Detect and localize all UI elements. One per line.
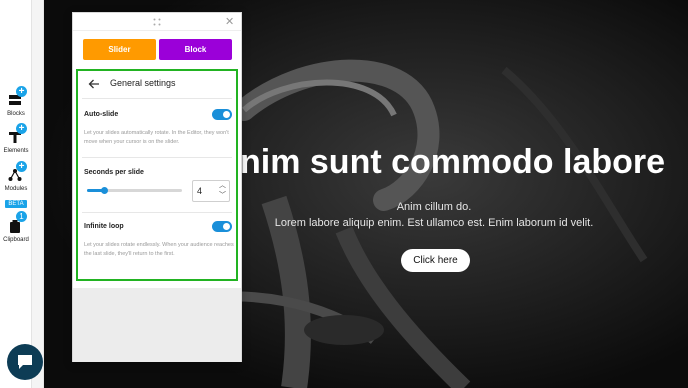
toggle-knob — [223, 223, 230, 230]
beta-badge: BETA — [5, 200, 27, 208]
hero-subtitle: Anim cillum do. — [396, 201, 472, 213]
clipboard-count-badge: 1 — [16, 211, 27, 222]
sidebar-item-elements[interactable]: + Elements — [0, 123, 32, 154]
modules-icon: + — [0, 161, 32, 185]
chevron-down-icon[interactable]: ﹀ — [219, 192, 226, 200]
drag-handle-icon[interactable] — [153, 18, 161, 26]
tab-block[interactable]: Block — [159, 39, 232, 60]
chat-launcher-button[interactable] — [7, 344, 43, 380]
divider — [82, 157, 232, 158]
canvas-gutter — [32, 0, 44, 388]
seconds-stepper[interactable]: 4 ︿ ﹀ — [192, 180, 230, 202]
blocks-icon: + — [0, 86, 32, 110]
seconds-slider-track[interactable] — [87, 187, 182, 194]
seconds-per-slide-label: Seconds per slide — [84, 169, 144, 176]
infinite-loop-hint: Let your slides rotate endlessly. When y… — [84, 242, 234, 257]
sidebar-item-label: Elements — [3, 148, 29, 154]
elements-icon: + — [0, 123, 32, 147]
infinite-loop-label: Infinite loop — [84, 223, 124, 230]
sidebar-item-blocks[interactable]: + Blocks — [0, 86, 32, 117]
add-badge-icon: + — [16, 86, 27, 97]
click-here-button[interactable]: Click here — [401, 249, 470, 272]
add-badge-icon: + — [16, 161, 27, 172]
auto-slide-hint: Let your slides automatically rotate. In… — [84, 130, 229, 145]
chevron-up-icon[interactable]: ︿ — [219, 182, 226, 190]
clipboard-icon: 1 — [0, 211, 32, 236]
divider — [82, 212, 232, 213]
sidebar-item-modules[interactable]: + Modules BETA — [0, 161, 32, 210]
panel-tabs: Slider Block — [83, 39, 232, 61]
auto-slide-toggle[interactable] — [212, 109, 232, 120]
sidebar-item-label: Blocks — [7, 111, 25, 117]
settings-title: General settings — [110, 78, 176, 88]
toggle-knob — [223, 111, 230, 118]
close-icon[interactable]: ✕ — [225, 16, 234, 28]
tab-slider[interactable]: Slider — [83, 39, 156, 60]
left-toolbar: + Blocks + Elements + Modules BETA 1 Cli… — [0, 0, 32, 388]
chat-bubble-icon — [18, 355, 32, 369]
infinite-loop-toggle[interactable] — [212, 221, 232, 232]
hero-body-text: Lorem labore aliquip enim. Est ullamco e… — [274, 217, 594, 229]
settings-header: General settings — [84, 77, 234, 91]
general-settings-section: General settings Auto-slide Let your sli… — [76, 69, 238, 281]
add-badge-icon: + — [16, 123, 27, 134]
panel-footer-area — [73, 288, 241, 362]
sidebar-item-clipboard[interactable]: 1 Clipboard — [0, 211, 32, 243]
sidebar-item-label: Clipboard — [3, 237, 29, 243]
sidebar-item-label: Modules — [4, 186, 28, 192]
hero-title: nim sunt commodo labore — [240, 143, 666, 181]
seconds-slider-handle[interactable] — [101, 187, 109, 194]
auto-slide-label: Auto-slide — [84, 111, 119, 118]
back-arrow-icon[interactable] — [88, 79, 100, 89]
divider — [82, 98, 232, 99]
panel-header[interactable]: ✕ — [73, 13, 241, 31]
seconds-value[interactable]: 4 — [197, 186, 202, 196]
